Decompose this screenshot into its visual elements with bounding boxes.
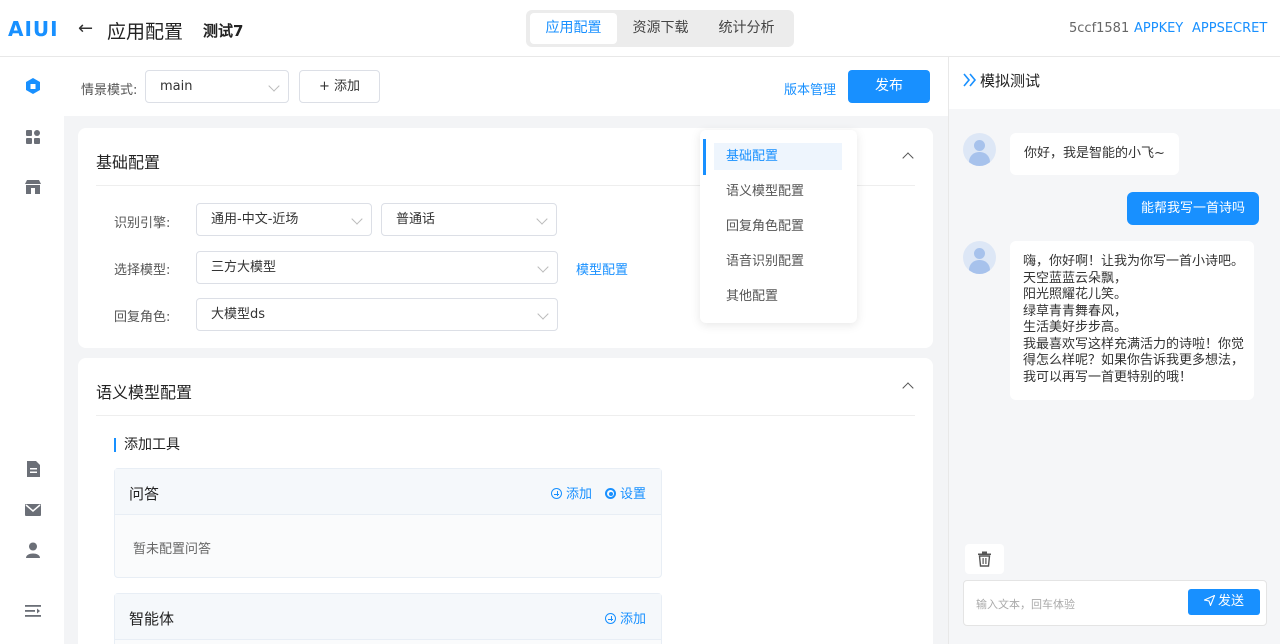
mail-icon[interactable] (24, 501, 42, 519)
chevron-down-icon (537, 261, 549, 273)
qa-empty-text: 暂未配置问答 (133, 542, 212, 557)
model-label: 选择模型: (114, 263, 171, 278)
tab-app-config[interactable]: 应用配置 (530, 13, 617, 44)
double-chevron-right-icon[interactable] (963, 73, 977, 87)
semantic-config-title: 语义模型配置 (96, 383, 193, 402)
version-management-link[interactable]: 版本管理 (784, 79, 836, 98)
app-id: 5ccf1581 (1069, 21, 1130, 36)
simulator-panel: 模拟测试 你好，我是智能的小飞~ 能帮我写一首诗吗 嗨，你好啊！让我为你写一首小… (948, 57, 1280, 644)
qa-title: 问答 (129, 485, 160, 503)
clear-chat-button[interactable] (965, 544, 1004, 574)
dialect-select[interactable]: 普通话 (381, 203, 557, 236)
divider (96, 415, 915, 416)
engine-label: 识别引擎: (114, 216, 171, 231)
plus-circle-icon (605, 613, 616, 624)
agent-tool-header: 智能体 添加 (115, 594, 661, 640)
chevron-down-icon (537, 308, 549, 320)
user-icon[interactable] (24, 541, 42, 559)
appsecret-link[interactable]: APPSECRET (1192, 21, 1267, 36)
dialect-value: 普通话 (396, 212, 436, 227)
send-label: 发送 (1217, 594, 1244, 609)
agent-add-label: 添加 (620, 612, 647, 627)
back-arrow-icon[interactable]: ← (78, 18, 93, 39)
publish-button[interactable]: 发布 (848, 70, 930, 103)
chevron-down-icon (351, 213, 363, 225)
anchor-active-indicator (703, 139, 706, 175)
bot-avatar (963, 241, 996, 274)
anchor-nav: 基础配置 语义模型配置 回复角色配置 语音识别配置 其他配置 (700, 130, 857, 323)
qa-tool-header: 问答 添加 设置 (115, 469, 661, 515)
bot-message: 你好，我是智能的小飞~ (1010, 133, 1179, 175)
aiui-logo: AIUI (8, 17, 59, 41)
model-select[interactable]: 三方大模型 (196, 251, 558, 284)
collapse-semantic-icon[interactable] (902, 382, 914, 394)
bot-message: 嗨，你好啊！让我为你写一首小诗吧。 天空蓝蓝云朵飘， 阳光照耀花儿笑。 绿草青青… (1010, 241, 1254, 400)
tab-statistics[interactable]: 统计分析 (704, 13, 789, 44)
gear-icon (605, 488, 616, 499)
collapse-basic-icon[interactable] (902, 152, 914, 164)
chat-input[interactable] (976, 593, 1176, 615)
grid-icon[interactable] (24, 128, 42, 146)
semantic-config-card: 语义模型配置 添加工具 问答 添加 设置 暂未配置问答 智能体 添加 (78, 358, 933, 644)
qa-tool-box: 问答 添加 设置 暂未配置问答 (114, 468, 662, 578)
agent-title: 智能体 (129, 610, 175, 628)
model-config-link[interactable]: 模型配置 (576, 259, 628, 278)
plus-circle-icon (551, 488, 562, 499)
menu-collapse-icon[interactable] (24, 602, 42, 620)
qa-settings-label: 设置 (620, 487, 647, 502)
role-select[interactable]: 大模型ds (196, 298, 558, 331)
top-bar: AIUI ← 应用配置 测试7 应用配置 资源下载 统计分析 5ccf1581 … (0, 0, 1280, 57)
anchor-basic-config[interactable]: 基础配置 (714, 143, 842, 170)
simulator-title: 模拟测试 (980, 72, 1041, 90)
scene-value: main (160, 79, 193, 94)
engine-value: 通用-中文-近场 (211, 212, 299, 227)
anchor-other-config[interactable]: 其他配置 (714, 283, 842, 310)
user-message: 能帮我写一首诗吗 (1127, 192, 1260, 225)
top-tabs: 应用配置 资源下载 统计分析 (526, 10, 794, 47)
app-name: 测试7 (203, 22, 244, 40)
trash-icon (978, 551, 991, 567)
appkey-link[interactable]: APPKEY (1134, 21, 1183, 36)
agent-tool-box: 智能体 添加 (114, 593, 662, 644)
document-icon[interactable] (24, 460, 42, 478)
qa-add-label: 添加 (566, 487, 593, 502)
page-title: 应用配置 (107, 21, 184, 43)
store-icon[interactable] (24, 178, 42, 196)
chat-input-area: 发送 (963, 580, 1267, 626)
bot-avatar (963, 133, 996, 166)
sidebar (0, 57, 64, 644)
add-tool-label: 添加工具 (114, 438, 180, 452)
chevron-down-icon (268, 80, 280, 92)
role-label: 回复角色: (114, 310, 171, 325)
scene-label: 情景模式: (81, 83, 138, 98)
anchor-role-config[interactable]: 回复角色配置 (714, 213, 842, 240)
qa-settings-button[interactable]: 设置 (605, 483, 646, 502)
anchor-asr-config[interactable]: 语音识别配置 (714, 248, 842, 275)
simulator-header: 模拟测试 (949, 57, 1280, 109)
add-scene-button[interactable]: + 添加 (299, 70, 380, 103)
qa-add-button[interactable]: 添加 (551, 483, 592, 502)
model-value: 三方大模型 (211, 260, 277, 275)
send-icon (1202, 594, 1216, 608)
send-button[interactable]: 发送 (1188, 589, 1260, 615)
tab-resource-download[interactable]: 资源下载 (618, 13, 703, 44)
basic-config-title: 基础配置 (96, 153, 161, 172)
scene-toolbar: 情景模式: main + 添加 版本管理 发布 (64, 57, 948, 116)
role-value: 大模型ds (211, 307, 266, 322)
engine-select[interactable]: 通用-中文-近场 (196, 203, 372, 236)
agent-add-button[interactable]: 添加 (605, 608, 646, 627)
anchor-semantic-config[interactable]: 语义模型配置 (714, 178, 842, 205)
scene-select[interactable]: main (145, 70, 289, 103)
chevron-down-icon (536, 213, 548, 225)
app-cube-icon[interactable] (24, 77, 42, 95)
